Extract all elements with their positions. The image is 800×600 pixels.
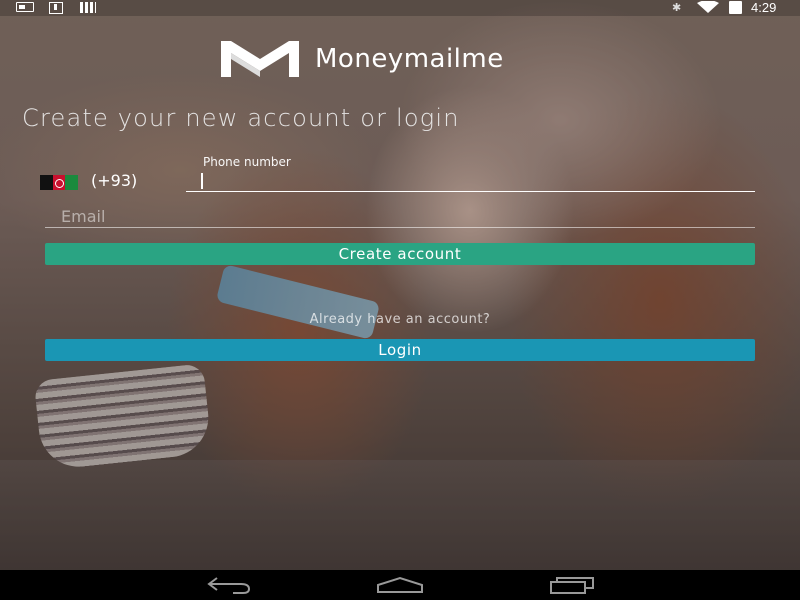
status-time: 4:29 xyxy=(751,0,777,15)
bluetooth-icon: ✱ xyxy=(672,1,682,14)
already-have-account-text: Already have an account? xyxy=(309,312,491,327)
moneymailme-logo-icon xyxy=(221,41,299,77)
email-field[interactable] xyxy=(45,206,755,228)
screen: ✱ 4:29 Moneymailme Create your new accou… xyxy=(0,0,800,600)
login-button[interactable]: Login xyxy=(45,339,755,361)
wifi-icon xyxy=(697,1,719,13)
navigation-bar xyxy=(0,570,800,600)
background-overlay xyxy=(0,0,800,570)
create-account-button[interactable]: Create account xyxy=(45,243,755,265)
app-name: Moneymailme xyxy=(315,44,504,74)
app-logo: Moneymailme xyxy=(221,40,504,78)
battery-icon xyxy=(729,1,742,14)
country-code[interactable]: (+93) xyxy=(91,171,137,190)
afghanistan-flag-icon[interactable] xyxy=(40,175,79,190)
home-icon[interactable] xyxy=(376,576,424,594)
phone-number-label: Phone number xyxy=(203,155,291,169)
page-title: Create your new account or login xyxy=(22,104,460,132)
notification-card-icon xyxy=(16,2,34,12)
back-icon[interactable] xyxy=(205,576,251,594)
download-icon xyxy=(49,2,63,14)
signal-bars-icon xyxy=(80,2,96,13)
phone-number-field[interactable] xyxy=(186,170,755,192)
recents-icon[interactable] xyxy=(549,576,595,594)
text-caret xyxy=(201,173,203,189)
status-bar: ✱ 4:29 xyxy=(0,0,800,16)
